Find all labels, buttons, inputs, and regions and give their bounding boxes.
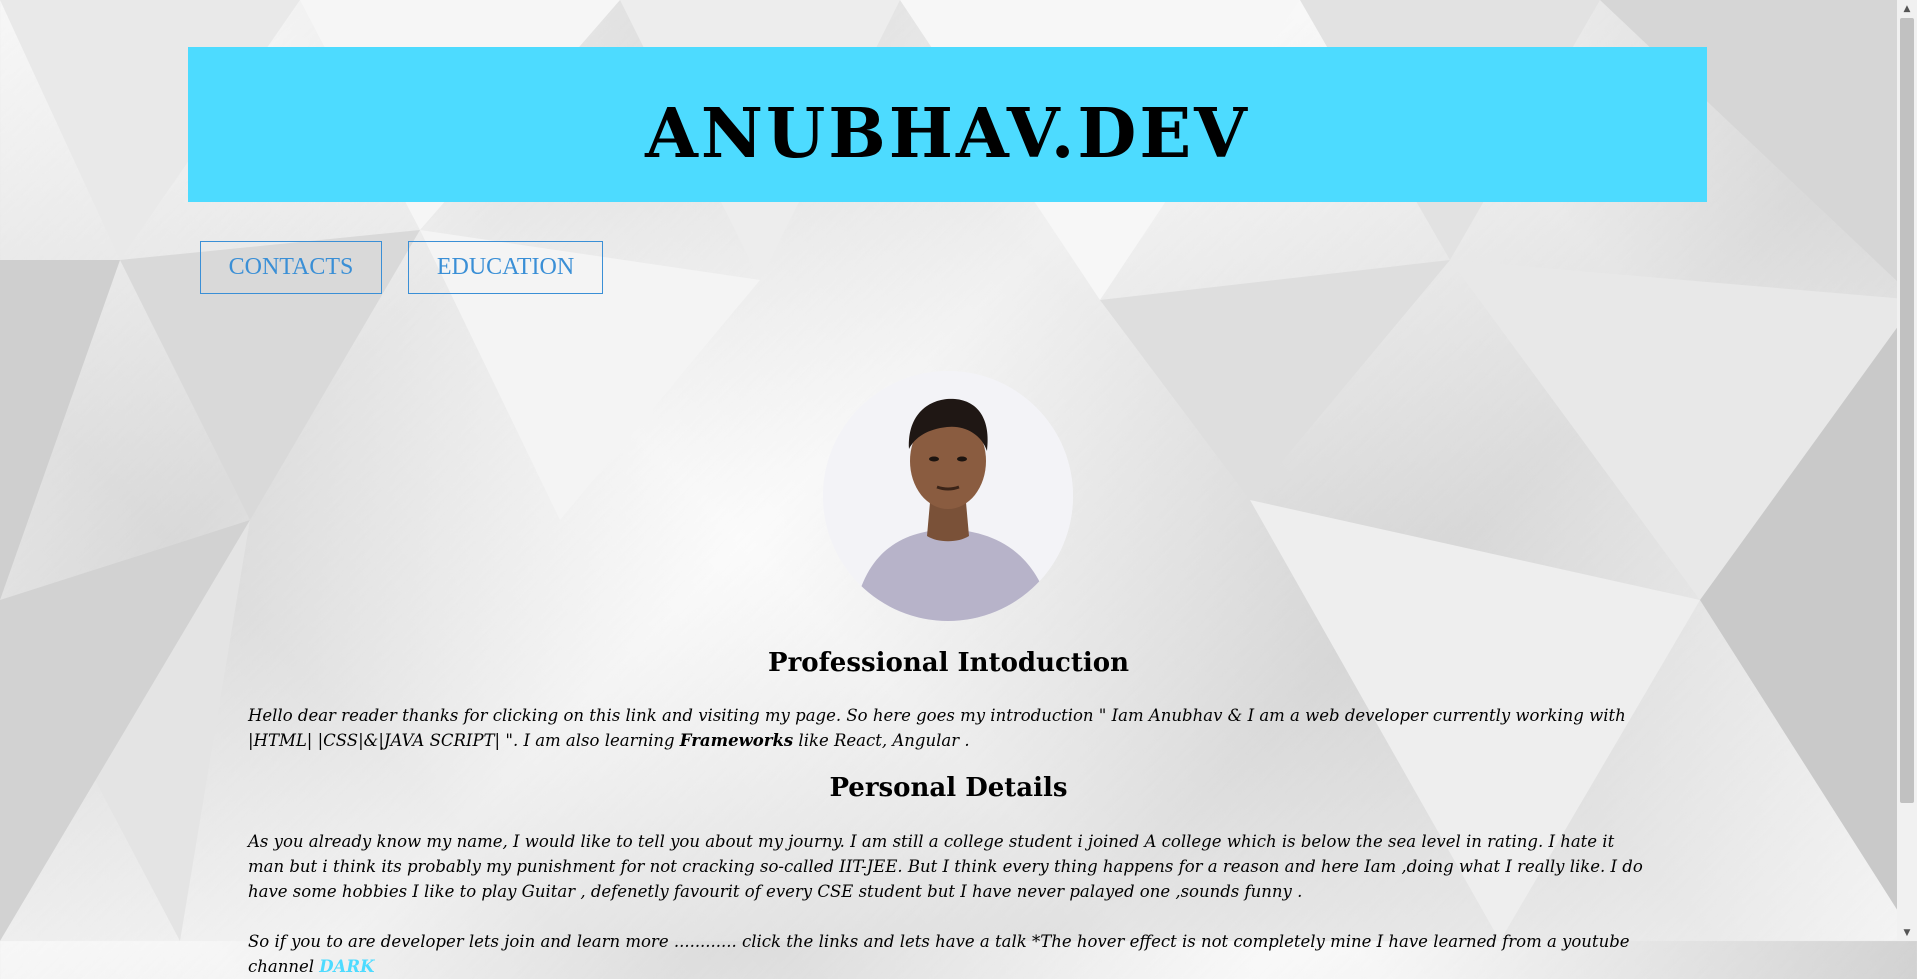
- footer-text: So if you to are developer lets join and…: [248, 929, 1648, 979]
- personal-text: As you already know my name, I would lik…: [248, 832, 1643, 901]
- avatar: [823, 371, 1073, 621]
- dark-channel-link[interactable]: DARK: [319, 957, 374, 976]
- education-button[interactable]: EDUCATION: [408, 241, 603, 294]
- scroll-down-icon[interactable]: ▼: [1897, 924, 1917, 941]
- contacts-button[interactable]: CONTACTS: [200, 241, 382, 294]
- profile-photo: [823, 371, 1073, 621]
- intro-text-part-2: like React, Angular .: [793, 731, 970, 750]
- personal-heading: Personal Details: [829, 773, 1068, 803]
- site-title: ANUBHAV.DEV: [645, 93, 1250, 174]
- scroll-up-icon[interactable]: ▲: [1897, 0, 1917, 17]
- intro-heading: Professional Intoduction: [768, 648, 1129, 678]
- page-container: ANUBHAV.DEV CONTACTS EDUCATION Professio…: [0, 0, 1897, 976]
- scrollbar-thumb[interactable]: [1900, 18, 1914, 803]
- header-banner: ANUBHAV.DEV: [188, 47, 1707, 202]
- intro-frameworks: Frameworks: [679, 731, 794, 750]
- footer-text-body: So if you to are developer lets join and…: [248, 932, 1630, 976]
- vertical-scrollbar[interactable]: ▲ ▼: [1897, 0, 1917, 941]
- intro-text: Hello dear reader thanks for clicking on…: [248, 703, 1648, 753]
